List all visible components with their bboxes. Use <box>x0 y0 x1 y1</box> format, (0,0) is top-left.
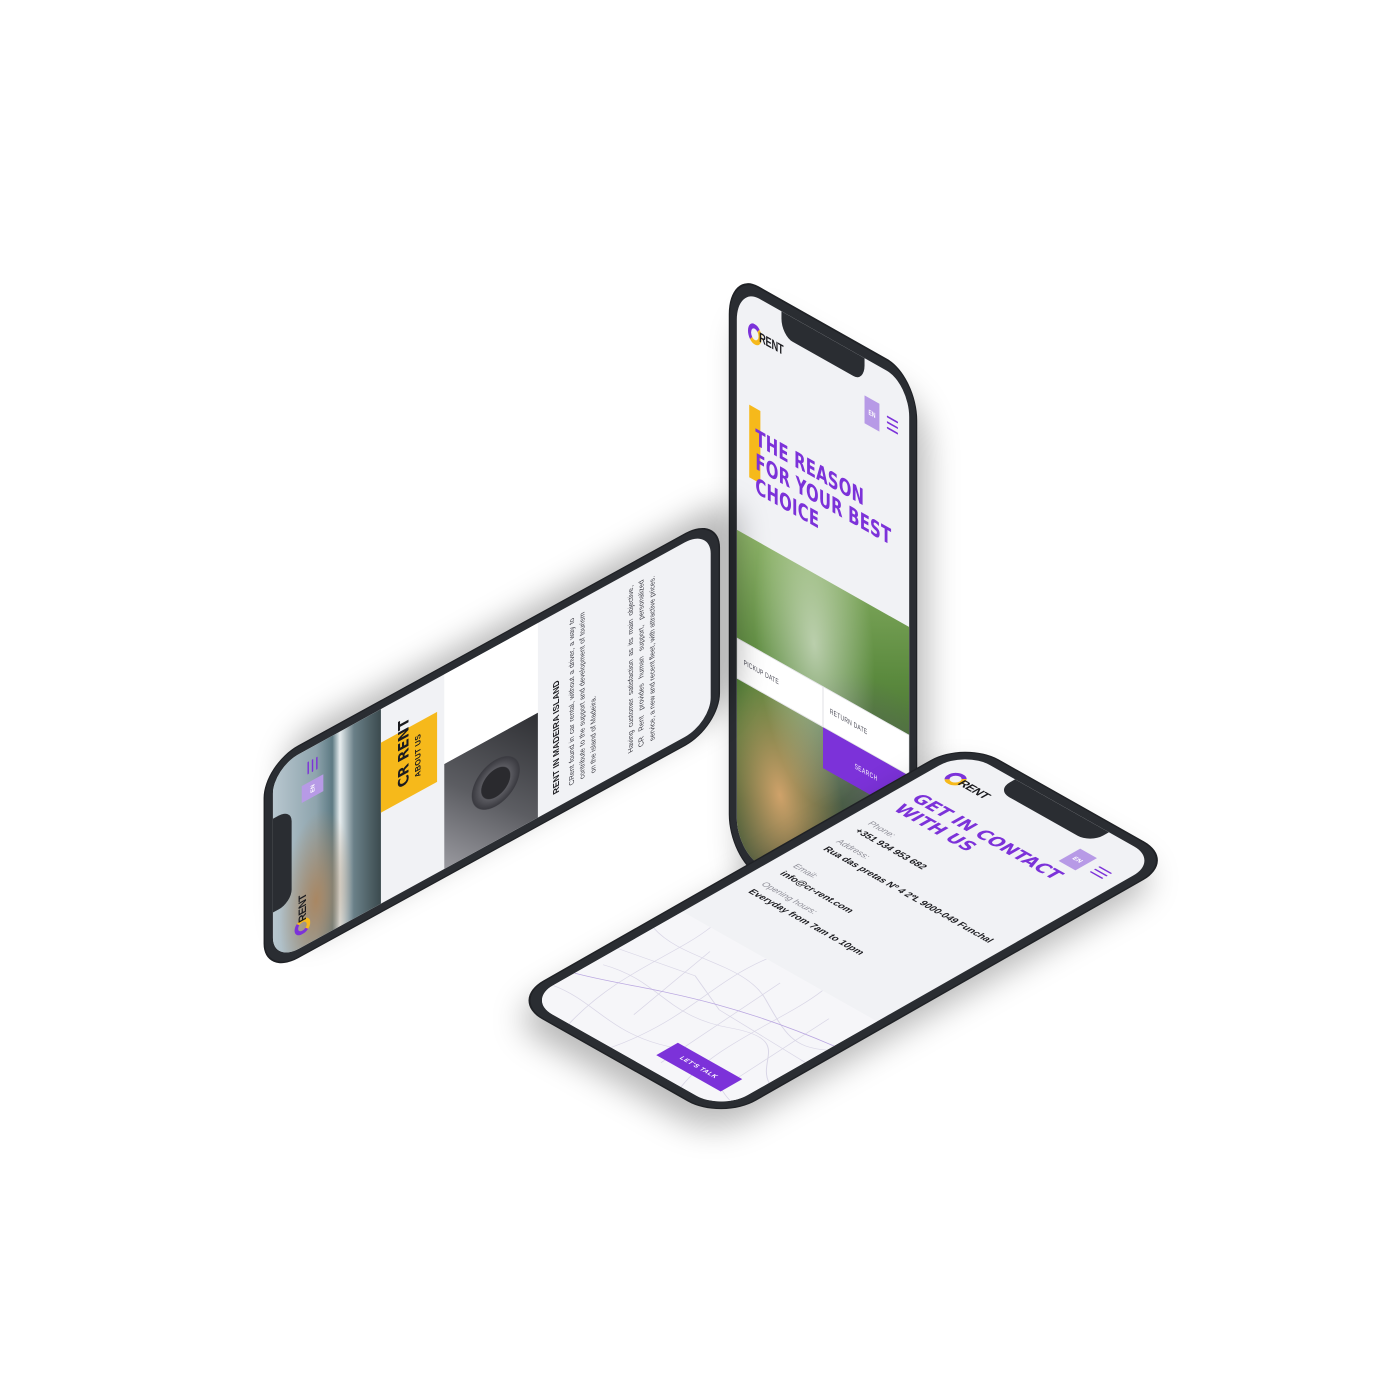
about-screen: RENT EN CR RENT ABOUT US RENT IN MADEIRA… <box>272 528 711 963</box>
brand-logo[interactable]: RENT <box>939 770 996 801</box>
hamburger-menu-icon[interactable] <box>1089 866 1113 879</box>
about-title: CR RENT <box>394 714 412 792</box>
about-subtitle: ABOUT US <box>414 731 423 780</box>
about-heading: RENT IN MADEIRA ISLAND <box>550 677 561 797</box>
logo-text: RENT <box>759 328 784 359</box>
language-button[interactable]: EN <box>1058 848 1097 871</box>
logo-text: RENT <box>954 778 994 801</box>
about-paragraph: Having customer satisfaction as its main… <box>627 574 657 755</box>
phone-notch <box>272 808 292 913</box>
brand-logo[interactable]: RENT <box>747 320 784 360</box>
language-button[interactable]: EN <box>864 395 880 432</box>
hamburger-menu-icon[interactable] <box>886 415 899 435</box>
about-paragraph: CRent found in car rental, without a dri… <box>568 610 598 788</box>
phone-notch <box>996 779 1109 843</box>
